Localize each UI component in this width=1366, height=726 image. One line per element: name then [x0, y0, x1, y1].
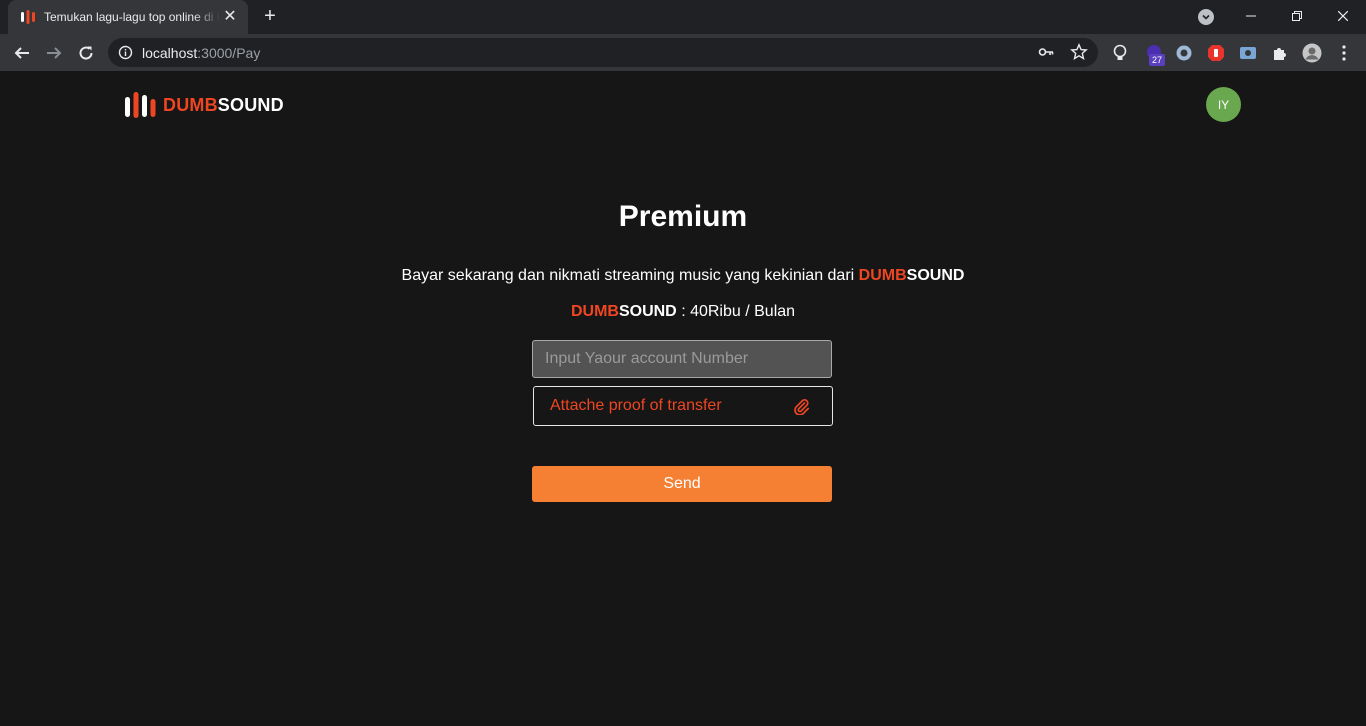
description-brand: DUMBSOUND	[859, 267, 965, 284]
lightbulb-extension-icon[interactable]	[1110, 43, 1130, 63]
price-brand: DUMBSOUND	[571, 303, 677, 320]
premium-description: Bayar sekarang dan nikmati streaming mus…	[0, 267, 1366, 285]
description-brand-white: SOUND	[906, 267, 965, 284]
url-text: localhost:3000/Pay	[142, 45, 260, 61]
screen-extension-icon[interactable]	[1238, 43, 1258, 63]
price-line: DUMBSOUND : 40Ribu / Bulan	[0, 303, 1366, 321]
price-brand-white: SOUND	[618, 303, 677, 320]
reload-button[interactable]	[73, 40, 99, 66]
description-brand-red: DUMB	[858, 267, 907, 284]
url-path: :3000/Pay	[197, 45, 261, 61]
profile-avatar-icon[interactable]	[1302, 43, 1322, 63]
favicon-icon	[20, 9, 36, 25]
extension-badge: 27	[1149, 54, 1166, 66]
adblock-extension-icon[interactable]	[1206, 43, 1226, 63]
back-button[interactable]	[9, 40, 35, 66]
page-title: Premium	[618, 200, 748, 233]
forward-button[interactable]	[41, 40, 67, 66]
tab-search-icon[interactable]	[1198, 9, 1214, 25]
paperclip-icon	[792, 397, 810, 416]
bookmark-star-icon[interactable]	[1070, 43, 1088, 66]
circle-extension-icon[interactable]	[1174, 43, 1194, 63]
price-brand-red: DUMB	[570, 303, 619, 320]
send-button[interactable]: Send	[532, 466, 832, 502]
price-text: : 40Ribu / Bulan	[681, 303, 796, 320]
attach-proof-button[interactable]: Attache proof of transfer	[533, 386, 833, 426]
brand-name-white: SOUND	[217, 94, 284, 115]
key-icon[interactable]	[1038, 44, 1054, 65]
brand-logo[interactable]: DUMBSOUND	[124, 91, 284, 119]
tab-title: Temukan lagu-lagu top online di DUMBSOUN…	[44, 10, 220, 24]
address-bar[interactable]: localhost:3000/Pay	[108, 38, 1098, 67]
description-text: Bayar sekarang dan nikmati streaming mus…	[401, 267, 855, 284]
brand-name-red: DUMB	[163, 94, 218, 115]
account-number-input[interactable]	[532, 340, 832, 378]
info-icon[interactable]	[118, 45, 133, 60]
browser-menu-icon[interactable]	[1334, 43, 1354, 63]
dumbsound-logo-icon	[125, 92, 156, 118]
close-window-button[interactable]	[1320, 0, 1366, 32]
minimize-button[interactable]	[1228, 0, 1274, 32]
url-host: localhost	[142, 45, 198, 61]
brand-name: DUMBSOUND	[163, 95, 284, 116]
puzzle-extensions-icon[interactable]	[1270, 43, 1290, 63]
user-avatar[interactable]: IY	[1206, 87, 1241, 122]
browser-tabstrip: Temukan lagu-lagu top online di DUMBSOUN…	[0, 0, 1366, 34]
tab-close-icon[interactable]: ✕	[222, 9, 238, 25]
page-content: DUMBSOUND IY Premium Bayar sekarang dan …	[0, 71, 1366, 726]
restore-button[interactable]	[1274, 0, 1320, 32]
new-tab-button[interactable]: +	[260, 6, 280, 26]
attach-proof-label: Attache proof of transfer	[550, 397, 722, 414]
browser-tab[interactable]: Temukan lagu-lagu top online di DUMBSOUN…	[8, 0, 248, 34]
